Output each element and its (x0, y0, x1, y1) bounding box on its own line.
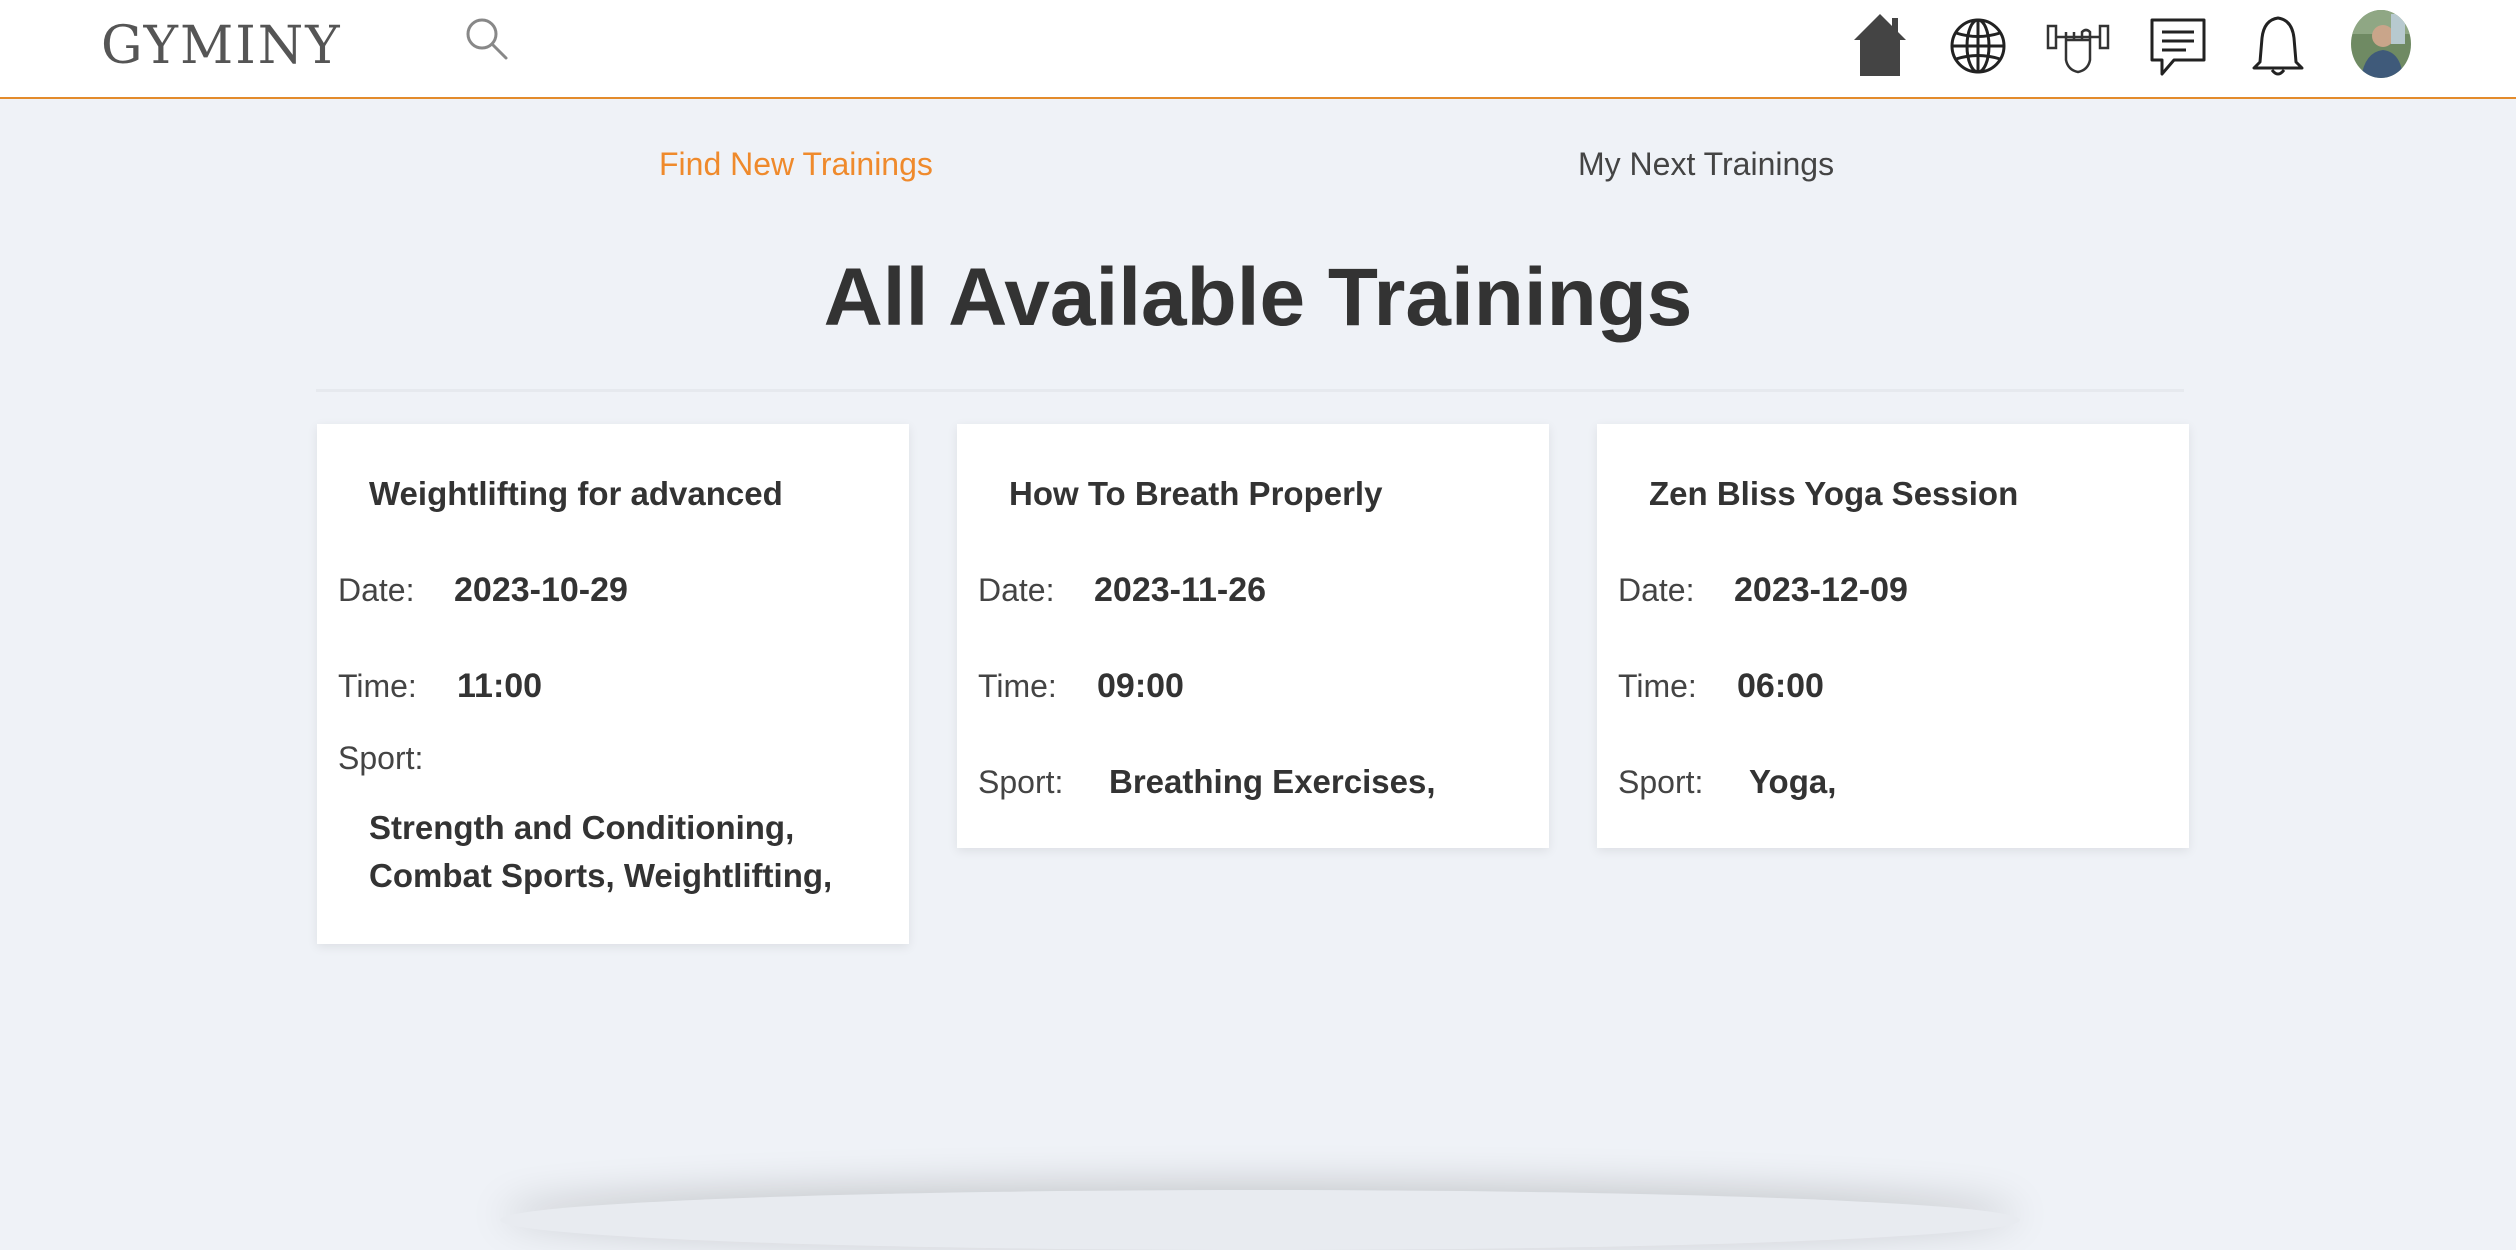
date-label: Date: (978, 572, 1055, 608)
time-label: Time: (1618, 668, 1697, 704)
search-icon[interactable] (462, 14, 510, 62)
training-card[interactable]: How To Breath Properly Date: 2023-11-26 … (957, 424, 1549, 848)
training-sport: Strength and Conditioning, Combat Sports… (369, 804, 889, 900)
divider (316, 389, 2184, 392)
tab-my-next-trainings[interactable]: My Next Trainings (1578, 142, 1834, 186)
time-label: Time: (338, 668, 417, 704)
home-icon[interactable] (1848, 10, 1912, 80)
globe-icon[interactable] (1946, 10, 2010, 80)
bell-icon[interactable] (2246, 10, 2310, 80)
training-name: Zen Bliss Yoga Session (1649, 475, 2019, 512)
chat-icon[interactable] (2146, 10, 2210, 80)
training-time: 09:00 (1097, 667, 1184, 705)
training-date: 2023-12-09 (1734, 571, 1908, 609)
training-time: 06:00 (1737, 667, 1824, 705)
date-label: Date: (338, 572, 415, 608)
training-name: How To Breath Properly (1009, 475, 1383, 512)
training-name: Weightlifting for advanced (369, 475, 783, 512)
training-sport-line: Strength and Conditioning, (369, 809, 795, 846)
bottom-panel-edge (500, 1190, 2020, 1250)
training-date: 2023-11-26 (1094, 571, 1267, 609)
top-navbar: GYMINY (0, 0, 2516, 99)
training-sport: Yoga, (1749, 763, 1837, 800)
training-date: 2023-10-29 (454, 571, 628, 609)
sport-label: Sport: (1618, 764, 1704, 800)
sport-label: Sport: (978, 764, 1064, 800)
logo[interactable]: GYMINY (101, 14, 342, 78)
page-title: All Available Trainings (823, 252, 1693, 343)
date-label: Date: (1618, 572, 1695, 608)
dumbbell-fist-icon[interactable] (2046, 10, 2110, 80)
time-label: Time: (978, 668, 1057, 704)
training-card[interactable]: Weightlifting for advanced Date: 2023-10… (317, 424, 909, 944)
training-time: 11:00 (457, 667, 543, 705)
training-sport: Breathing Exercises, (1109, 763, 1436, 800)
avatar[interactable] (2351, 10, 2411, 78)
tab-find-new-trainings[interactable]: Find New Trainings (659, 142, 933, 186)
training-sport-line: Combat Sports, Weightlifting, (369, 857, 833, 894)
training-card[interactable]: Zen Bliss Yoga Session Date: 2023-12-09 … (1597, 424, 2189, 848)
sport-label: Sport: (338, 740, 424, 776)
